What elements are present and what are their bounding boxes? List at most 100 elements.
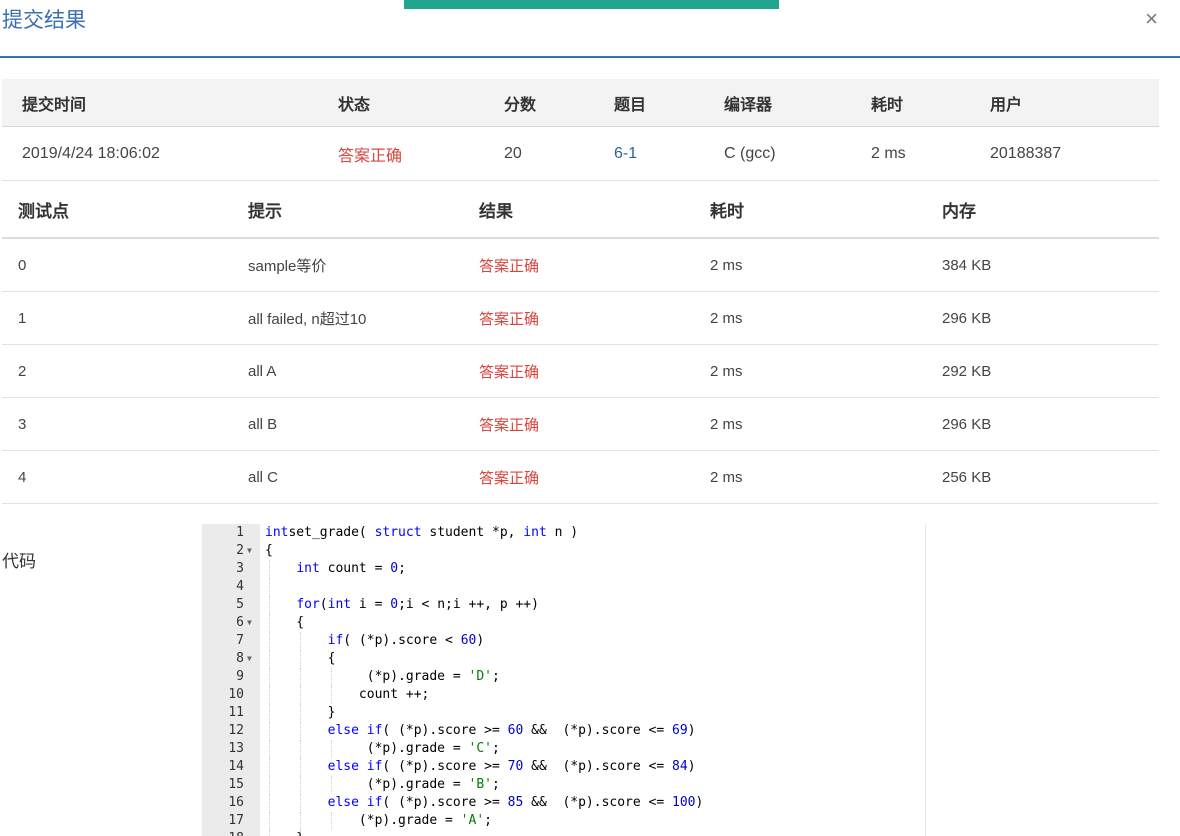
score-value: 20 [504,144,522,162]
code-token: 60 [460,633,477,648]
code-line: 7 if( (*p).score < 60) [202,632,925,650]
fold-toggle-icon[interactable]: ▼ [247,542,252,560]
code-token: ; [484,813,492,828]
line-number: 6 [236,615,244,630]
code-text: (*p).grade = 'C'; [265,740,500,758]
code-line: 6 ▼ { [202,614,925,632]
test-memory: 296 KB [942,415,992,433]
code-line: 13 (*p).grade = 'C'; [202,740,925,758]
test-hint: all C [248,468,279,486]
test-result: 答案正确 [479,257,540,275]
line-number: 3 [236,561,244,576]
summary-header-row: 提交时间 状态 分数 题目 编译器 耗时 用户 [2,79,1159,127]
code-text: } [265,704,336,722]
code-token: int [296,561,320,576]
test-memory: 256 KB [942,468,992,486]
test-memory: 296 KB [942,309,992,327]
code-line: 5 for(int i = 0;i < n;i ++, p ++) [202,596,925,614]
line-number: 15 [228,777,244,792]
code-token: ) [695,795,704,810]
code-token: (*p).grade = [265,813,461,828]
code-text: { [265,614,304,632]
code-token: i = [351,597,391,612]
code-lines: 1 intset_grade( struct student *p, int n … [202,524,925,836]
test-point-id: 1 [18,309,27,327]
test-cases-table: 测试点 提示 结果 耗时 内存 0 sample等价 答案正确 2 ms 384 KB 1… [2,181,1159,504]
code-token: && (*p).score <= [523,795,673,810]
code-token: int [523,525,547,540]
table-row: 0 sample等价 答案正确 2 ms 384 KB [2,239,1159,292]
code-line: 4 [202,578,925,596]
test-time: 2 ms [710,415,743,433]
indent-guide [269,578,270,596]
code-token: ) [687,759,696,774]
code-token: 60 [507,723,524,738]
table-row: 2 all A 答案正确 2 ms 292 KB [2,345,1159,398]
test-result: 答案正确 [479,416,540,434]
compiler-value: C (gcc) [724,144,776,162]
code-text: int count = 0; [265,560,406,578]
fold-toggle-icon[interactable]: ▼ [247,650,252,668]
code-token: ;i < n;i ++, p ++) [398,597,539,612]
code-token: 0 [390,561,399,576]
code-line: 1 intset_grade( struct student *p, int n … [202,524,925,542]
test-time: 2 ms [710,256,743,274]
fold-toggle-icon[interactable]: ▼ [247,614,252,632]
line-number: 12 [228,723,244,738]
test-result: 答案正确 [479,363,540,381]
test-result: 答案正确 [479,310,540,328]
test-hint: all failed, n超过10 [248,310,367,328]
code-token: && (*p).score <= [523,723,673,738]
code-token: n ) [546,525,579,540]
code-text: count ++; [265,686,429,704]
header-status: 状态 [338,96,371,114]
status-badge: 答案正确 [338,147,403,165]
code-token: ( (*p).score >= [382,723,508,738]
line-number: 2 [236,543,244,558]
test-time: 2 ms [710,468,743,486]
test-result: 答案正确 [479,469,540,487]
close-icon[interactable]: × [1145,6,1158,32]
user-value: 20188387 [990,144,1062,162]
code-editor[interactable]: 1 intset_grade( struct student *p, int n … [202,524,926,836]
header-test-point: 测试点 [18,201,69,221]
test-point-id: 3 [18,415,27,433]
code-token: { [265,543,273,558]
code-line: 12 else if( (*p).score >= 60 && (*p).sco… [202,722,925,740]
summary-data-row: 2019/4/24 18:06:02 答案正确 20 6-1 C (gcc) 2… [2,127,1159,181]
code-token: ( (*p).score >= [382,795,508,810]
test-time: 2 ms [710,362,743,380]
line-number: 14 [228,759,244,774]
code-token: 'B' [468,777,492,792]
code-token: (*p).grade = [265,741,469,756]
header-problem: 题目 [614,96,647,114]
code-token: struct [374,525,422,540]
code-line: 14 else if( (*p).score >= 70 && (*p).sco… [202,758,925,776]
code-token: set_grade( [288,525,375,540]
line-number: 11 [228,705,244,720]
code-token: (*p).grade = [265,777,469,792]
code-line: 17 (*p).grade = 'A'; [202,812,925,830]
code-token: for [296,597,320,612]
test-point-id: 0 [18,256,27,274]
code-token: 'C' [468,741,492,756]
problem-link[interactable]: 6-1 [614,127,637,180]
code-token: 70 [507,759,524,774]
code-line: 9 (*p).grade = 'D'; [202,668,925,686]
code-token: 85 [507,795,524,810]
line-number: 9 [236,669,244,684]
code-line: 11 } [202,704,925,722]
code-token: ) [687,723,696,738]
header-hint: 提示 [248,201,282,221]
code-text: } [265,830,304,836]
code-line: 2 ▼ { [202,542,925,560]
code-text: intset_grade( struct student *p, int n ) [265,524,578,542]
test-time: 2 ms [710,309,743,327]
code-token: 0 [390,597,399,612]
code-text: if( (*p).score < 60) [265,632,485,650]
header-submit-time: 提交时间 [22,96,87,114]
code-line: 10 count ++; [202,686,925,704]
